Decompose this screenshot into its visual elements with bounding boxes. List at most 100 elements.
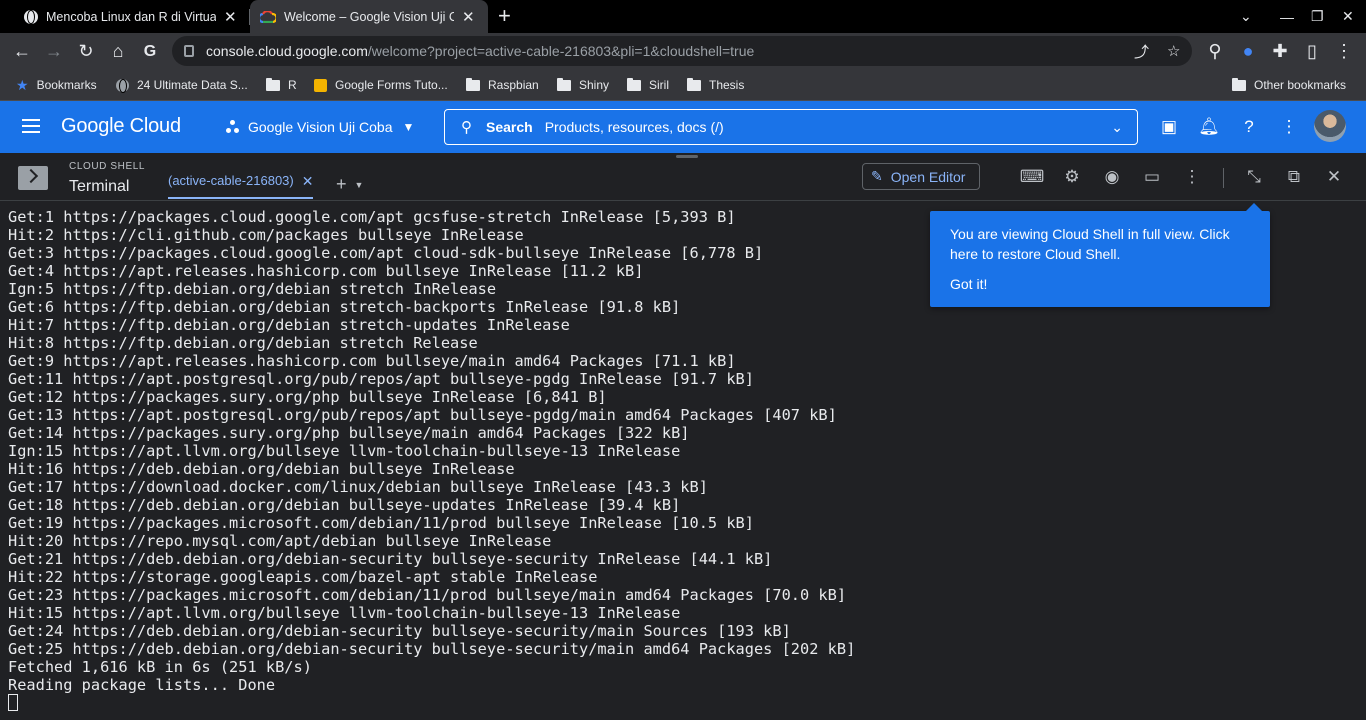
terminal-line: Hit:7 https://ftp.debian.org/debian stre…	[8, 316, 570, 334]
open-editor-button[interactable]: ✎ Open Editor	[862, 163, 980, 190]
side-panel-icon[interactable]: ▯	[1300, 33, 1324, 70]
bookmark-item[interactable]: Thesis	[687, 70, 744, 100]
menu-icon[interactable]	[22, 119, 40, 133]
bookmark-label: Bookmarks	[36, 78, 97, 92]
browser-menu-icon[interactable]: ⋮	[1332, 33, 1356, 70]
bookmark-item[interactable]: Siril	[627, 70, 669, 100]
search-label: Search	[486, 119, 533, 135]
close-window-icon[interactable]: ✕	[1342, 0, 1354, 33]
restore-shell-icon[interactable]: ⤡	[1241, 153, 1267, 201]
bookmark-label: Shiny	[579, 78, 610, 92]
tab-title: Welcome – Google Vision Uji Coba	[284, 9, 454, 24]
other-bookmarks[interactable]: Other bookmarks	[1232, 70, 1346, 100]
bookmark-item[interactable]: ★ Bookmarks	[16, 70, 97, 100]
close-tab-icon[interactable]: ✕	[462, 8, 475, 26]
cloud-shell-icon[interactable]: ▣	[1157, 101, 1181, 153]
open-new-window-icon[interactable]: ⧉	[1281, 153, 1307, 201]
terminal-line: Get:24 https://deb.debian.org/debian-sec…	[8, 622, 791, 640]
bookmark-item[interactable]: Shiny	[557, 70, 609, 100]
terminal-line: Get:17 https://download.docker.com/linux…	[8, 478, 708, 496]
browser-tab-2[interactable]: Welcome – Google Vision Uji Coba ✕	[250, 0, 488, 33]
tooltip-message[interactable]: You are viewing Cloud Shell in full view…	[950, 224, 1250, 264]
settings-gear-icon[interactable]: ⚙	[1059, 153, 1085, 201]
keyboard-icon[interactable]: ⌨	[1019, 153, 1045, 201]
bookmark-label: 24 Ultimate Data S...	[137, 78, 248, 92]
bookmark-label: Raspbian	[488, 78, 539, 92]
extension-search-icon[interactable]: ⚲	[1203, 33, 1227, 70]
terminal-line: Hit:22 https://storage.googleapis.com/ba…	[8, 568, 598, 586]
bookmark-item[interactable]: 24 Ultimate Data S...	[116, 70, 248, 100]
more-vert-icon[interactable]: ⋮	[1179, 153, 1205, 201]
address-bar[interactable]: console.cloud.google.com/welcome?project…	[172, 36, 1192, 66]
folder-icon	[627, 77, 641, 91]
gcloud-header: Google Cloud Google Vision Uji Coba ▼ ⚲ …	[0, 101, 1366, 153]
web-preview-icon[interactable]: ◉	[1099, 153, 1125, 201]
url-text: console.cloud.google.com/welcome?project…	[206, 43, 754, 59]
search-input[interactable]: Products, resources, docs (/)	[545, 119, 724, 135]
bookmark-item[interactable]: Google Forms Tuto...	[314, 70, 448, 100]
terminal-line: Get:25 https://deb.debian.org/debian-sec…	[8, 640, 856, 658]
terminal-line: Get:18 https://deb.debian.org/debian bul…	[8, 496, 681, 514]
home-icon[interactable]: ⌂	[106, 33, 130, 70]
caret-down-icon: ▼	[402, 120, 415, 134]
divider	[1223, 168, 1224, 188]
pencil-icon: ✎	[871, 168, 883, 184]
browser-toolbar: ← → ↻ ⌂ G console.cloud.google.com/welco…	[0, 33, 1366, 70]
url-host: console.cloud.google.com	[206, 43, 368, 59]
more-options-icon[interactable]: ⋮	[1277, 101, 1301, 153]
close-tab-icon[interactable]: ✕	[224, 8, 237, 26]
bookmark-label: Siril	[649, 78, 669, 92]
terminal-prompt-line	[8, 694, 1358, 712]
resize-handle[interactable]	[676, 155, 698, 158]
reload-icon[interactable]: ↻	[74, 33, 98, 70]
lock-icon	[184, 45, 194, 57]
project-selector[interactable]: Google Vision Uji Coba ▼	[226, 101, 414, 153]
bookmark-label: R	[288, 78, 297, 92]
google-forms-icon	[314, 78, 327, 92]
minimize-icon[interactable]: —	[1280, 0, 1294, 33]
terminal-tab[interactable]: (active-cable-216803) ✕	[168, 173, 314, 199]
terminal-line: Get:9 https://apt.releases.hashicorp.com…	[8, 352, 736, 370]
bookmark-star-icon[interactable]: ☆	[1167, 36, 1180, 66]
got-it-button[interactable]: Got it!	[950, 276, 1250, 292]
terminal-line: Get:23 https://packages.microsoft.com/de…	[8, 586, 847, 604]
share-icon[interactable]: ⤴	[1134, 36, 1149, 66]
folder-icon	[557, 77, 571, 91]
terminal-line: Get:12 https://packages.sury.org/php bul…	[8, 388, 607, 406]
restore-icon[interactable]: ❐	[1311, 0, 1324, 33]
url-path: /welcome?project=active-cable-216803&pli…	[367, 43, 755, 59]
avatar[interactable]	[1314, 110, 1346, 142]
search-bar[interactable]: ⚲ Search Products, resources, docs (/) ⌄	[444, 109, 1138, 145]
browser-tab-1[interactable]: Mencoba Linux dan R di Virtual Machine ✕	[14, 0, 248, 33]
bookmark-label: Google Forms Tuto...	[335, 78, 448, 92]
google-g-icon[interactable]: G	[138, 33, 162, 70]
terminal-line: Hit:8 https://ftp.debian.org/debian stre…	[8, 334, 478, 352]
full-view-tooltip[interactable]: You are viewing Cloud Shell in full view…	[930, 203, 1270, 307]
notifications-bell-icon[interactable]: 🔔︎	[1197, 101, 1221, 153]
terminal-line: Get:21 https://deb.debian.org/debian-sec…	[8, 550, 773, 568]
google-cloud-favicon-icon	[260, 10, 276, 23]
cloud-shell-logo-icon	[18, 166, 48, 190]
folder-icon	[1232, 77, 1246, 91]
terminal-line: Hit:20 https://repo.mysql.com/apt/debian…	[8, 532, 552, 550]
tab-title: Mencoba Linux dan R di Virtual Machine	[46, 9, 216, 24]
bookmark-item[interactable]: Raspbian	[466, 70, 539, 100]
extensions-puzzle-icon[interactable]: ✚	[1268, 33, 1292, 70]
google-cloud-logo[interactable]: Google Cloud	[61, 115, 181, 138]
forward-icon[interactable]: →	[42, 33, 66, 70]
terminal-line: Reading package lists... Done	[8, 676, 276, 694]
tab-search-icon[interactable]: ⌄	[1240, 0, 1252, 33]
panel-layout-icon[interactable]: ▭	[1139, 153, 1165, 201]
help-icon[interactable]: ?	[1237, 101, 1261, 153]
new-tab-button[interactable]: +	[498, 3, 511, 29]
globe-icon	[24, 9, 38, 24]
terminal-line: Get:11 https://apt.postgresql.org/pub/re…	[8, 370, 754, 388]
chevron-down-icon[interactable]: ⌄	[1111, 119, 1123, 136]
close-terminal-tab-icon[interactable]: ✕	[302, 173, 314, 190]
terminal-line: Ign:15 https://apt.llvm.org/bullseye llv…	[8, 442, 681, 460]
back-icon[interactable]: ←	[10, 33, 34, 70]
bookmark-item[interactable]: R	[266, 70, 297, 100]
extension-link-icon[interactable]: ●	[1236, 33, 1260, 70]
add-terminal-button[interactable]: + ▼	[336, 174, 363, 195]
close-shell-icon[interactable]: ✕	[1321, 153, 1347, 201]
